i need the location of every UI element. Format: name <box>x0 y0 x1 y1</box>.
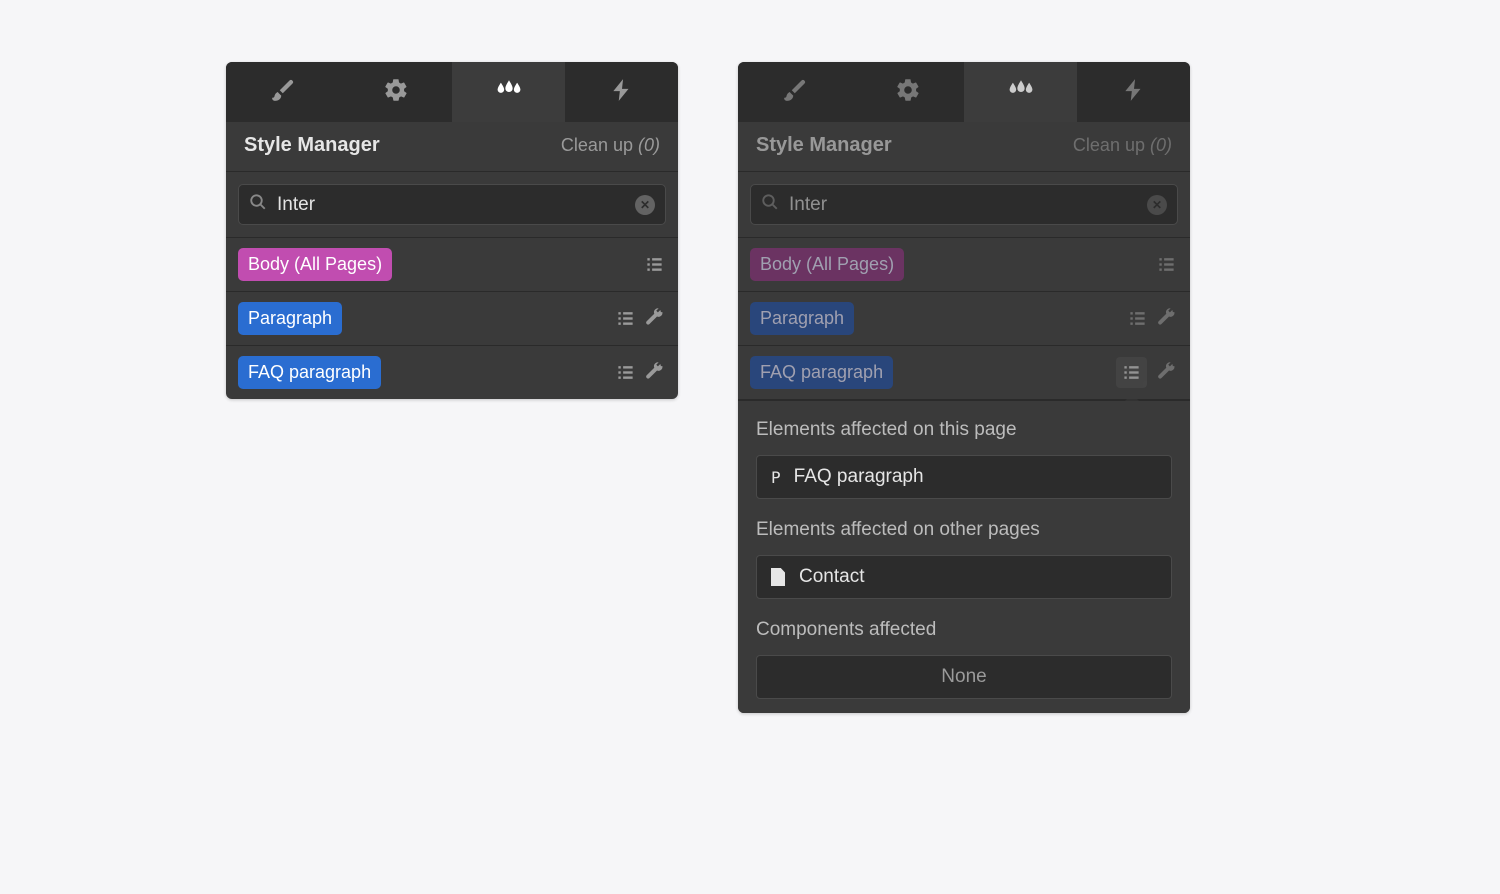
style-badge: FAQ paragraph <box>750 356 893 389</box>
header-row: Style Manager Clean up (0) <box>226 122 678 172</box>
affected-elements-icon[interactable] <box>645 255 664 274</box>
style-badge: Paragraph <box>750 302 854 335</box>
cleanup-button[interactable]: Clean up (0) <box>1073 135 1172 156</box>
style-badge: Body (All Pages) <box>238 248 392 281</box>
tab-settings[interactable] <box>851 62 964 122</box>
tab-brush[interactable] <box>226 62 339 122</box>
style-row-paragraph[interactable]: Paragraph <box>226 292 678 346</box>
style-row-body[interactable]: Body (All Pages) <box>738 238 1190 292</box>
gear-icon <box>895 77 921 108</box>
drops-icon <box>496 77 522 108</box>
clear-search-icon[interactable] <box>635 195 655 215</box>
affected-element-item[interactable]: P FAQ paragraph <box>756 455 1172 499</box>
style-badge: Paragraph <box>238 302 342 335</box>
search-box[interactable] <box>238 184 666 225</box>
style-row-faq-paragraph[interactable]: FAQ paragraph <box>738 346 1190 400</box>
style-manager-panel: Style Manager Clean up (0) Body (All Pag… <box>226 62 678 399</box>
wrench-icon[interactable] <box>645 307 664 331</box>
cleanup-button[interactable]: Clean up (0) <box>561 135 660 156</box>
style-badge: Body (All Pages) <box>750 248 904 281</box>
tab-brush[interactable] <box>738 62 851 122</box>
tab-settings[interactable] <box>339 62 452 122</box>
panel-tabs <box>226 62 678 122</box>
tab-interactions[interactable] <box>565 62 678 122</box>
affected-popover: Elements affected on this page P FAQ par… <box>738 400 1190 713</box>
style-row-faq-paragraph[interactable]: FAQ paragraph <box>226 346 678 399</box>
affected-elements-icon[interactable] <box>1116 357 1147 388</box>
search-section <box>738 172 1190 238</box>
search-section <box>226 172 678 238</box>
wrench-icon[interactable] <box>645 361 664 385</box>
popover-section-label: Elements affected on other pages <box>756 519 1172 541</box>
brush-icon <box>782 77 808 108</box>
bolt-icon <box>609 77 635 108</box>
tab-style-manager[interactable] <box>964 62 1077 122</box>
search-icon <box>761 193 779 216</box>
popover-section-label: Elements affected on this page <box>756 419 1172 441</box>
search-box[interactable] <box>750 184 1178 225</box>
style-row-paragraph[interactable]: Paragraph <box>738 292 1190 346</box>
affected-elements-icon[interactable] <box>1157 255 1176 274</box>
affected-elements-icon[interactable] <box>616 363 635 382</box>
affected-elements-icon[interactable] <box>616 309 635 328</box>
tab-interactions[interactable] <box>1077 62 1190 122</box>
panel-title: Style Manager <box>756 134 892 157</box>
style-manager-panel-expanded: Style Manager Clean up (0) Body (All Pag… <box>738 62 1190 713</box>
search-icon <box>249 193 267 216</box>
page-icon <box>771 568 785 586</box>
popover-section-label: Components affected <box>756 619 1172 641</box>
bolt-icon <box>1121 77 1147 108</box>
search-input[interactable] <box>789 194 1137 216</box>
header-row: Style Manager Clean up (0) <box>738 122 1190 172</box>
affected-none-item: None <box>756 655 1172 699</box>
brush-icon <box>270 77 296 108</box>
affected-page-item[interactable]: Contact <box>756 555 1172 599</box>
clear-search-icon[interactable] <box>1147 195 1167 215</box>
style-badge: FAQ paragraph <box>238 356 381 389</box>
wrench-icon[interactable] <box>1157 307 1176 331</box>
gear-icon <box>383 77 409 108</box>
tab-style-manager[interactable] <box>452 62 565 122</box>
panel-tabs <box>738 62 1190 122</box>
affected-elements-icon[interactable] <box>1128 309 1147 328</box>
style-row-body[interactable]: Body (All Pages) <box>226 238 678 292</box>
drops-icon <box>1008 77 1034 108</box>
wrench-icon[interactable] <box>1157 361 1176 385</box>
paragraph-type-icon: P <box>771 468 780 487</box>
search-input[interactable] <box>277 194 625 216</box>
panel-title: Style Manager <box>244 134 380 157</box>
